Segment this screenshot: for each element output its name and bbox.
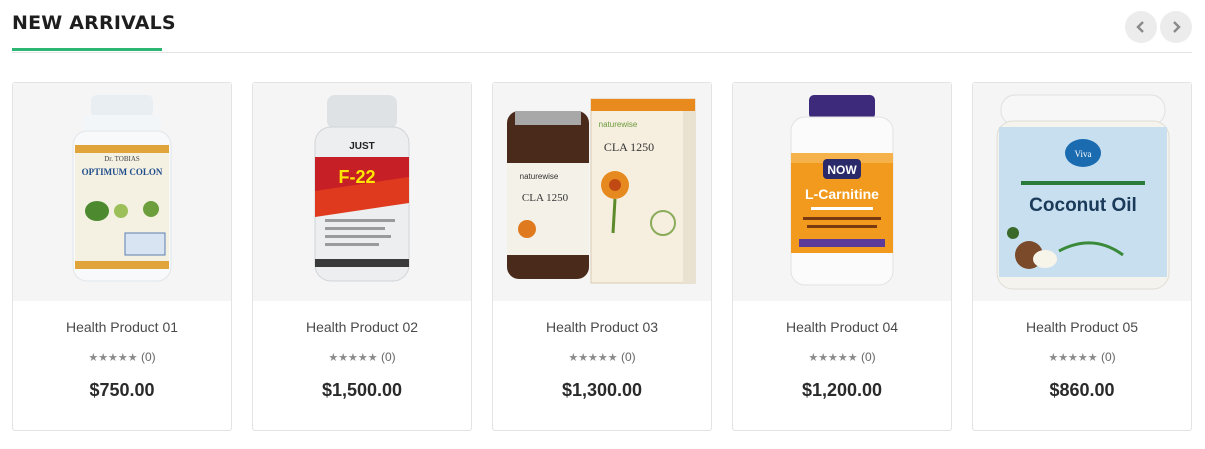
supplement-bottle-and-box-image: naturewise CLA 1250 naturewise CLA 1250 — [507, 98, 696, 284]
rating-count: (0) — [140, 350, 156, 364]
product-rating: ★★★★★ (0) — [253, 350, 471, 364]
rating-count: (0) — [1100, 350, 1116, 364]
chevron-left-icon — [1136, 21, 1144, 33]
jar-image: Viva Coconut Oil — [996, 94, 1170, 290]
svg-text:Viva: Viva — [1075, 149, 1092, 159]
product-card[interactable]: Viva Coconut Oil Health Product 05 ★★★★★… — [972, 82, 1192, 431]
product-image[interactable]: NOW L-Carnitine — [733, 83, 951, 301]
product-carousel: Dr. TOBIAS OPTIMUM COLON Health Product … — [12, 82, 1192, 431]
section-header: NEW ARRIVALS — [12, 0, 1192, 53]
supplement-bottle-image: Dr. TOBIAS OPTIMUM COLON — [72, 95, 172, 282]
product-name[interactable]: Health Product 04 — [733, 319, 951, 335]
svg-text:NOW: NOW — [827, 163, 857, 177]
rating-count: (0) — [380, 350, 396, 364]
product-rating: ★★★★★ (0) — [13, 350, 231, 364]
star-rating-icon: ★★★★★ — [88, 352, 138, 364]
svg-text:CLA 1250: CLA 1250 — [604, 140, 654, 154]
svg-text:naturewise: naturewise — [599, 120, 638, 129]
product-price: $750.00 — [89, 380, 155, 400]
product-rating: ★★★★★ (0) — [973, 350, 1191, 364]
product-price: $860.00 — [1049, 380, 1115, 400]
star-rating-icon: ★★★★★ — [1048, 352, 1098, 364]
product-name[interactable]: Health Product 05 — [973, 319, 1191, 335]
product-name[interactable]: Health Product 02 — [253, 319, 471, 335]
product-rating: ★★★★★ (0) — [733, 350, 951, 364]
product-image[interactable]: Viva Coconut Oil — [973, 83, 1191, 301]
supplement-bottle-image: NOW L-Carnitine — [790, 95, 894, 286]
product-name[interactable]: Health Product 01 — [13, 319, 231, 335]
product-price: $1,200.00 — [801, 380, 883, 400]
rating-count: (0) — [620, 350, 636, 364]
product-rating: ★★★★★ (0) — [493, 350, 711, 364]
rating-count: (0) — [860, 350, 876, 364]
carousel-next-button[interactable] — [1160, 11, 1192, 43]
svg-text:naturewise: naturewise — [520, 172, 559, 181]
product-card[interactable]: Dr. TOBIAS OPTIMUM COLON Health Product … — [12, 82, 232, 431]
product-image[interactable]: naturewise CLA 1250 naturewise CLA 1250 — [493, 83, 711, 301]
svg-text:Coconut Oil: Coconut Oil — [1029, 195, 1137, 216]
product-card[interactable]: NOW L-Carnitine Health Product 04 ★★★★★ … — [732, 82, 952, 431]
svg-text:L-Carnitine: L-Carnitine — [805, 186, 879, 202]
svg-text:Dr. TOBIAS: Dr. TOBIAS — [104, 155, 140, 163]
svg-text:CLA 1250: CLA 1250 — [522, 192, 569, 204]
product-price: $1,300.00 — [561, 380, 643, 400]
product-price: $1,500.00 — [321, 380, 403, 400]
svg-text:F-22: F-22 — [338, 167, 375, 187]
title-underline — [12, 48, 162, 51]
svg-text:JUST: JUST — [349, 141, 375, 152]
carousel-prev-button[interactable] — [1125, 11, 1157, 43]
product-name[interactable]: Health Product 03 — [493, 319, 711, 335]
star-rating-icon: ★★★★★ — [568, 352, 618, 364]
supplement-bottle-image: JUST F-22 — [314, 95, 410, 282]
product-card[interactable]: naturewise CLA 1250 naturewise CLA 1250 … — [492, 82, 712, 431]
product-image[interactable]: JUST F-22 — [253, 83, 471, 301]
svg-text:OPTIMUM COLON: OPTIMUM COLON — [82, 167, 163, 177]
star-rating-icon: ★★★★★ — [328, 352, 378, 364]
product-image[interactable]: Dr. TOBIAS OPTIMUM COLON — [13, 83, 231, 301]
star-rating-icon: ★★★★★ — [808, 352, 858, 364]
product-card[interactable]: JUST F-22 Health Product 02 ★★★★★ (0) $1… — [252, 82, 472, 431]
section-title: NEW ARRIVALS — [12, 12, 176, 34]
chevron-right-icon — [1173, 21, 1181, 33]
